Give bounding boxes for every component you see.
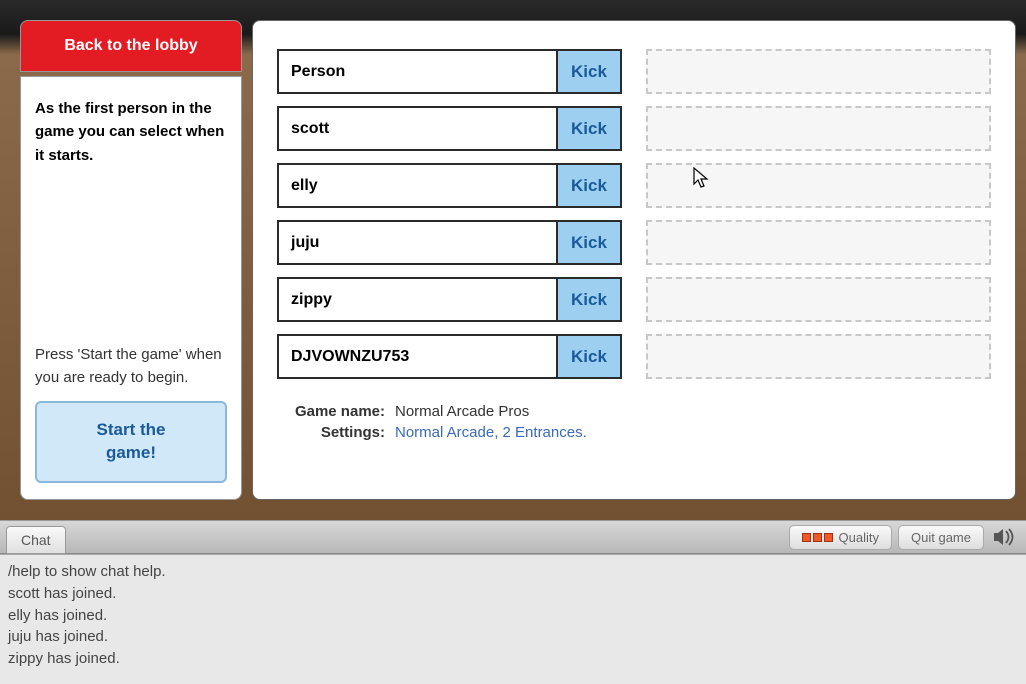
player-name: juju: [277, 220, 556, 265]
game-info: Game name: Normal Arcade Pros Settings: …: [285, 403, 991, 441]
player-row: zippyKick: [277, 277, 622, 322]
quality-button[interactable]: Quality: [789, 525, 892, 550]
player-list: PersonKickscottKickellyKickjujuKickzippy…: [277, 49, 622, 379]
chat-tab[interactable]: Chat: [6, 526, 66, 554]
game-name-label: Game name:: [285, 403, 395, 420]
player-name: elly: [277, 163, 556, 208]
bottom-bar: Chat Quality Quit game: [0, 520, 1026, 554]
player-name: DJVOWNZU753: [277, 334, 556, 379]
player-row: jujuKick: [277, 220, 622, 265]
chat-log: /help to show chat help.scott has joined…: [0, 554, 1026, 684]
info-bottom-text: Press 'Start the game' when you are read…: [35, 343, 227, 483]
kick-button[interactable]: Kick: [556, 277, 622, 322]
chat-line: scott has joined.: [8, 583, 1018, 605]
empty-slot: [646, 106, 991, 151]
kick-button[interactable]: Kick: [556, 334, 622, 379]
kick-button[interactable]: Kick: [556, 106, 622, 151]
empty-slot: [646, 220, 991, 265]
kick-button[interactable]: Kick: [556, 163, 622, 208]
player-name: Person: [277, 49, 556, 94]
empty-slot: [646, 277, 991, 322]
start-game-button[interactable]: Start thegame!: [35, 401, 227, 483]
sound-icon[interactable]: [990, 525, 1020, 549]
player-name: scott: [277, 106, 556, 151]
quality-label: Quality: [839, 530, 879, 545]
chat-line: juju has joined.: [8, 626, 1018, 648]
player-row: PersonKick: [277, 49, 622, 94]
game-name-value: Normal Arcade Pros: [395, 403, 529, 420]
chat-line: elly has joined.: [8, 605, 1018, 627]
chat-line: /help to show chat help.: [8, 561, 1018, 583]
main-panel: PersonKickscottKickellyKickjujuKickzippy…: [252, 20, 1016, 500]
empty-slot: [646, 163, 991, 208]
quality-squares-icon: [802, 533, 833, 542]
info-panel: As the first person in the game you can …: [20, 76, 242, 500]
empty-slots: [646, 49, 991, 379]
back-to-lobby-button[interactable]: Back to the lobby: [20, 20, 242, 72]
player-row: ellyKick: [277, 163, 622, 208]
info-top-text: As the first person in the game you can …: [35, 97, 227, 167]
player-row: scottKick: [277, 106, 622, 151]
player-name: zippy: [277, 277, 556, 322]
empty-slot: [646, 334, 991, 379]
kick-button[interactable]: Kick: [556, 49, 622, 94]
settings-value-link[interactable]: Normal Arcade, 2 Entrances.: [395, 424, 587, 441]
player-row: DJVOWNZU753Kick: [277, 334, 622, 379]
empty-slot: [646, 49, 991, 94]
start-game-label: Start thegame!: [97, 420, 166, 462]
kick-button[interactable]: Kick: [556, 220, 622, 265]
chat-line: zippy has joined.: [8, 648, 1018, 670]
settings-label: Settings:: [285, 424, 395, 441]
quit-game-button[interactable]: Quit game: [898, 525, 984, 550]
